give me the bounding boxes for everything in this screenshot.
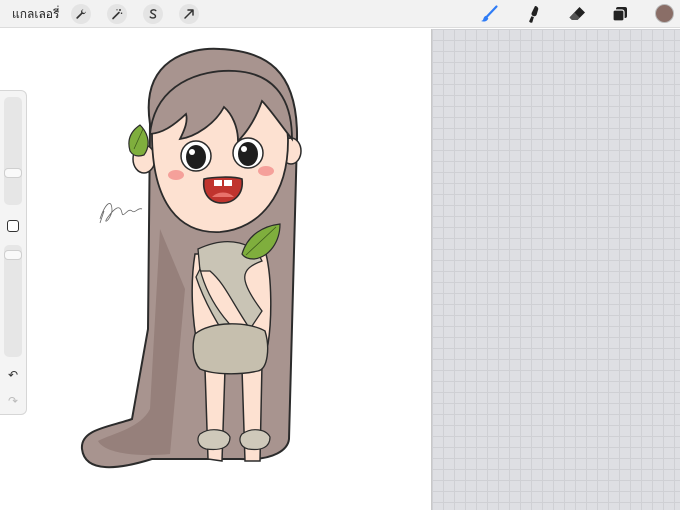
color-picker-button[interactable] (655, 4, 674, 23)
smudge-tool-button[interactable] (523, 3, 545, 25)
right-ankle-fur (239, 429, 271, 451)
artist-signature (99, 203, 143, 224)
undo-button[interactable]: ↶ (5, 367, 21, 383)
drawing-canvas[interactable] (0, 29, 431, 510)
opacity-knob[interactable] (4, 250, 22, 260)
fur-skirt (192, 323, 269, 375)
left-ankle-fur (197, 429, 231, 451)
top-toolbar: แกลเลอรี่ (0, 0, 680, 28)
layers-icon (612, 7, 627, 22)
left-sidebar: ↶ ↷ (0, 90, 27, 415)
transform-button[interactable] (179, 4, 199, 24)
right-cheek (258, 166, 274, 176)
eraser-icon (569, 7, 585, 20)
redo-icon: ↷ (7, 394, 19, 408)
hair-leaf-left (128, 124, 149, 157)
brush-size-slider[interactable] (4, 97, 22, 205)
selection-button[interactable] (143, 4, 163, 24)
canvas-grid-area (431, 29, 680, 510)
smudge-icon (529, 5, 539, 23)
actions-button[interactable] (71, 4, 91, 24)
transform-arrow-icon (184, 9, 194, 19)
brush-size-knob[interactable] (4, 168, 22, 178)
brush-icon (481, 5, 498, 22)
character-artwork (80, 47, 302, 469)
paint-tool-button[interactable] (478, 3, 500, 25)
redo-button[interactable]: ↷ (5, 393, 21, 409)
magic-wand-icon (112, 9, 123, 20)
adjustments-button[interactable] (107, 4, 127, 24)
procreate-app: แกลเลอรี่ ↶ ↷ (0, 0, 680, 510)
modify-button[interactable] (7, 220, 19, 232)
layers-button[interactable] (609, 3, 631, 25)
selection-s-icon (149, 9, 157, 19)
erase-tool-button[interactable] (566, 3, 588, 25)
opacity-slider[interactable] (4, 245, 22, 357)
undo-icon: ↶ (7, 368, 19, 382)
left-cheek (168, 170, 184, 180)
wrench-icon (76, 9, 86, 19)
gallery-button[interactable]: แกลเลอรี่ (12, 5, 59, 24)
hair-back-shadow (98, 229, 185, 456)
